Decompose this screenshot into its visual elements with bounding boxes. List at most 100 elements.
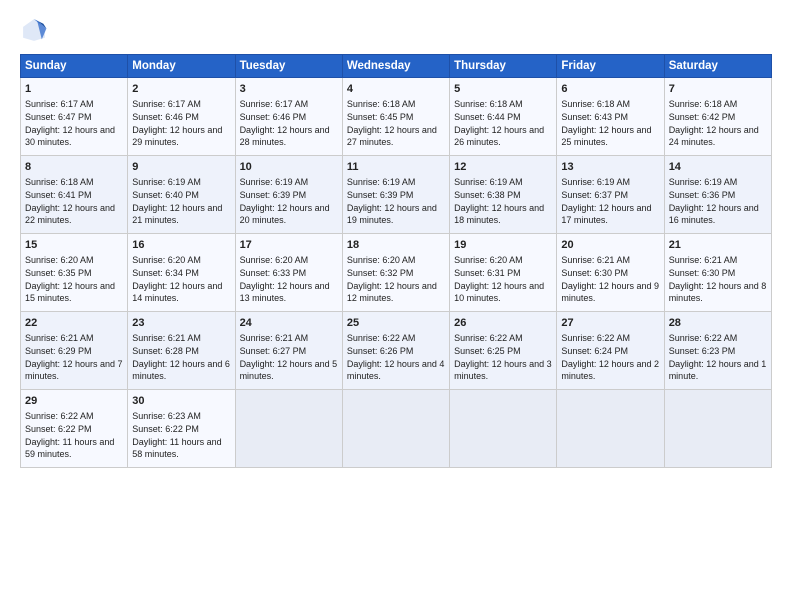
sunrise-text: Sunrise: 6:22 AM [25, 411, 94, 421]
day-number: 30 [132, 394, 230, 409]
daylight-text: Daylight: 12 hours and 10 minutes. [454, 281, 544, 304]
sunset-text: Sunset: 6:30 PM [561, 268, 628, 278]
calendar-cell: 26Sunrise: 6:22 AMSunset: 6:25 PMDayligh… [450, 312, 557, 390]
sunset-text: Sunset: 6:35 PM [25, 268, 92, 278]
logo-icon [20, 16, 48, 44]
calendar-cell: 4Sunrise: 6:18 AMSunset: 6:45 PMDaylight… [342, 78, 449, 156]
calendar-cell: 2Sunrise: 6:17 AMSunset: 6:46 PMDaylight… [128, 78, 235, 156]
day-number: 28 [669, 316, 767, 331]
sunset-text: Sunset: 6:39 PM [240, 190, 307, 200]
sunset-text: Sunset: 6:38 PM [454, 190, 521, 200]
calendar-cell [342, 390, 449, 468]
day-number: 19 [454, 238, 552, 253]
day-number: 23 [132, 316, 230, 331]
calendar-cell: 28 Sunrise: 6:22 AM Sunset: 6:23 PM Dayligh… [664, 312, 771, 390]
calendar-cell: 21Sunrise: 6:21 AMSunset: 6:30 PMDayligh… [664, 234, 771, 312]
daylight-text: Daylight: 12 hours and 26 minutes. [454, 125, 544, 148]
sunrise-text: Sunrise: 6:17 AM [25, 99, 94, 109]
calendar-page: SundayMondayTuesdayWednesdayThursdayFrid… [0, 0, 792, 612]
calendar-cell: 12Sunrise: 6:19 AMSunset: 6:38 PMDayligh… [450, 156, 557, 234]
daylight-text: Daylight: 12 hours and 4 minutes. [347, 359, 445, 382]
sunrise-text: Sunrise: 6:20 AM [132, 255, 201, 265]
day-number: 12 [454, 160, 552, 175]
col-header-tuesday: Tuesday [235, 55, 342, 78]
calendar-cell: 15Sunrise: 6:20 AMSunset: 6:35 PMDayligh… [21, 234, 128, 312]
sunrise-text: Sunrise: 6:19 AM [347, 177, 416, 187]
daylight-text: Daylight: 12 hours and 2 minutes. [561, 359, 659, 382]
sunrise-text: Sunrise: 6:21 AM [132, 333, 201, 343]
calendar-cell: 7Sunrise: 6:18 AMSunset: 6:42 PMDaylight… [664, 78, 771, 156]
daylight-text: Daylight: 12 hours and 1 minute. [669, 359, 767, 382]
sunrise-text: Sunrise: 6:18 AM [669, 99, 738, 109]
calendar-cell: 11 Sunrise: 6:19 AM Sunset: 6:39 PM Dayligh… [342, 156, 449, 234]
daylight-text: Daylight: 12 hours and 16 minutes. [669, 203, 759, 226]
calendar-cell: 6Sunrise: 6:18 AMSunset: 6:43 PMDaylight… [557, 78, 664, 156]
day-number: 2 [132, 82, 230, 97]
daylight-text: Daylight: 12 hours and 19 minutes. [347, 203, 437, 226]
calendar-cell: 18Sunrise: 6:20 AMSunset: 6:32 PMDayligh… [342, 234, 449, 312]
calendar-cell: 25Sunrise: 6:22 AMSunset: 6:26 PMDayligh… [342, 312, 449, 390]
sunrise-text: Sunrise: 6:19 AM [454, 177, 523, 187]
day-number: 20 [561, 238, 659, 253]
daylight-text: Daylight: 12 hours and 3 minutes. [454, 359, 552, 382]
calendar-cell: 1Sunrise: 6:17 AMSunset: 6:47 PMDaylight… [21, 78, 128, 156]
day-number: 6 [561, 82, 659, 97]
calendar-cell [450, 390, 557, 468]
day-number: 14 [669, 160, 767, 175]
daylight-text: Daylight: 11 hours and 59 minutes. [25, 437, 114, 460]
week-row-2: 8Sunrise: 6:18 AMSunset: 6:41 PMDaylight… [21, 156, 772, 234]
sunset-text: Sunset: 6:23 PM [669, 346, 736, 356]
day-number: 11 [347, 160, 445, 175]
calendar-cell: 30Sunrise: 6:23 AMSunset: 6:22 PMDayligh… [128, 390, 235, 468]
sunset-text: Sunset: 6:33 PM [240, 268, 307, 278]
sunrise-text: Sunrise: 6:22 AM [669, 333, 738, 343]
sunset-text: Sunset: 6:44 PM [454, 112, 521, 122]
calendar-cell: 10 Sunrise: 6:19 AM Sunset: 6:39 PM Dayligh… [235, 156, 342, 234]
daylight-text: Daylight: 12 hours and 7 minutes. [25, 359, 123, 382]
day-number: 10 [240, 160, 338, 175]
calendar-cell: 22Sunrise: 6:21 AMSunset: 6:29 PMDayligh… [21, 312, 128, 390]
sunset-text: Sunset: 6:36 PM [669, 190, 736, 200]
week-row-1: 1Sunrise: 6:17 AMSunset: 6:47 PMDaylight… [21, 78, 772, 156]
daylight-text: Daylight: 12 hours and 17 minutes. [561, 203, 651, 226]
sunrise-text: Sunrise: 6:19 AM [132, 177, 201, 187]
calendar-cell: 3Sunrise: 6:17 AMSunset: 6:46 PMDaylight… [235, 78, 342, 156]
header-row: SundayMondayTuesdayWednesdayThursdayFrid… [21, 55, 772, 78]
day-number: 4 [347, 82, 445, 97]
sunrise-text: Sunrise: 6:21 AM [669, 255, 738, 265]
daylight-text: Daylight: 12 hours and 6 minutes. [132, 359, 230, 382]
sunset-text: Sunset: 6:39 PM [347, 190, 414, 200]
calendar-cell: 16Sunrise: 6:20 AMSunset: 6:34 PMDayligh… [128, 234, 235, 312]
col-header-sunday: Sunday [21, 55, 128, 78]
day-number: 16 [132, 238, 230, 253]
sunrise-text: Sunrise: 6:19 AM [240, 177, 309, 187]
day-number: 27 [561, 316, 659, 331]
calendar-cell: 9Sunrise: 6:19 AMSunset: 6:40 PMDaylight… [128, 156, 235, 234]
sunset-text: Sunset: 6:46 PM [240, 112, 307, 122]
sunset-text: Sunset: 6:22 PM [132, 424, 199, 434]
daylight-text: Daylight: 12 hours and 9 minutes. [561, 281, 659, 304]
sunset-text: Sunset: 6:45 PM [347, 112, 414, 122]
sunrise-text: Sunrise: 6:20 AM [240, 255, 309, 265]
col-header-friday: Friday [557, 55, 664, 78]
sunset-text: Sunset: 6:24 PM [561, 346, 628, 356]
day-number: 24 [240, 316, 338, 331]
day-number: 15 [25, 238, 123, 253]
sunset-text: Sunset: 6:25 PM [454, 346, 521, 356]
daylight-text: Daylight: 12 hours and 14 minutes. [132, 281, 222, 304]
sunrise-text: Sunrise: 6:18 AM [347, 99, 416, 109]
daylight-text: Daylight: 12 hours and 28 minutes. [240, 125, 330, 148]
sunrise-text: Sunrise: 6:18 AM [561, 99, 630, 109]
day-number: 17 [240, 238, 338, 253]
logo [20, 16, 52, 44]
daylight-text: Daylight: 12 hours and 24 minutes. [669, 125, 759, 148]
sunset-text: Sunset: 6:42 PM [669, 112, 736, 122]
sunrise-text: Sunrise: 6:20 AM [25, 255, 94, 265]
sunset-text: Sunset: 6:43 PM [561, 112, 628, 122]
day-number: 25 [347, 316, 445, 331]
daylight-text: Daylight: 12 hours and 20 minutes. [240, 203, 330, 226]
daylight-text: Daylight: 12 hours and 21 minutes. [132, 203, 222, 226]
sunset-text: Sunset: 6:31 PM [454, 268, 521, 278]
day-number: 22 [25, 316, 123, 331]
col-header-wednesday: Wednesday [342, 55, 449, 78]
